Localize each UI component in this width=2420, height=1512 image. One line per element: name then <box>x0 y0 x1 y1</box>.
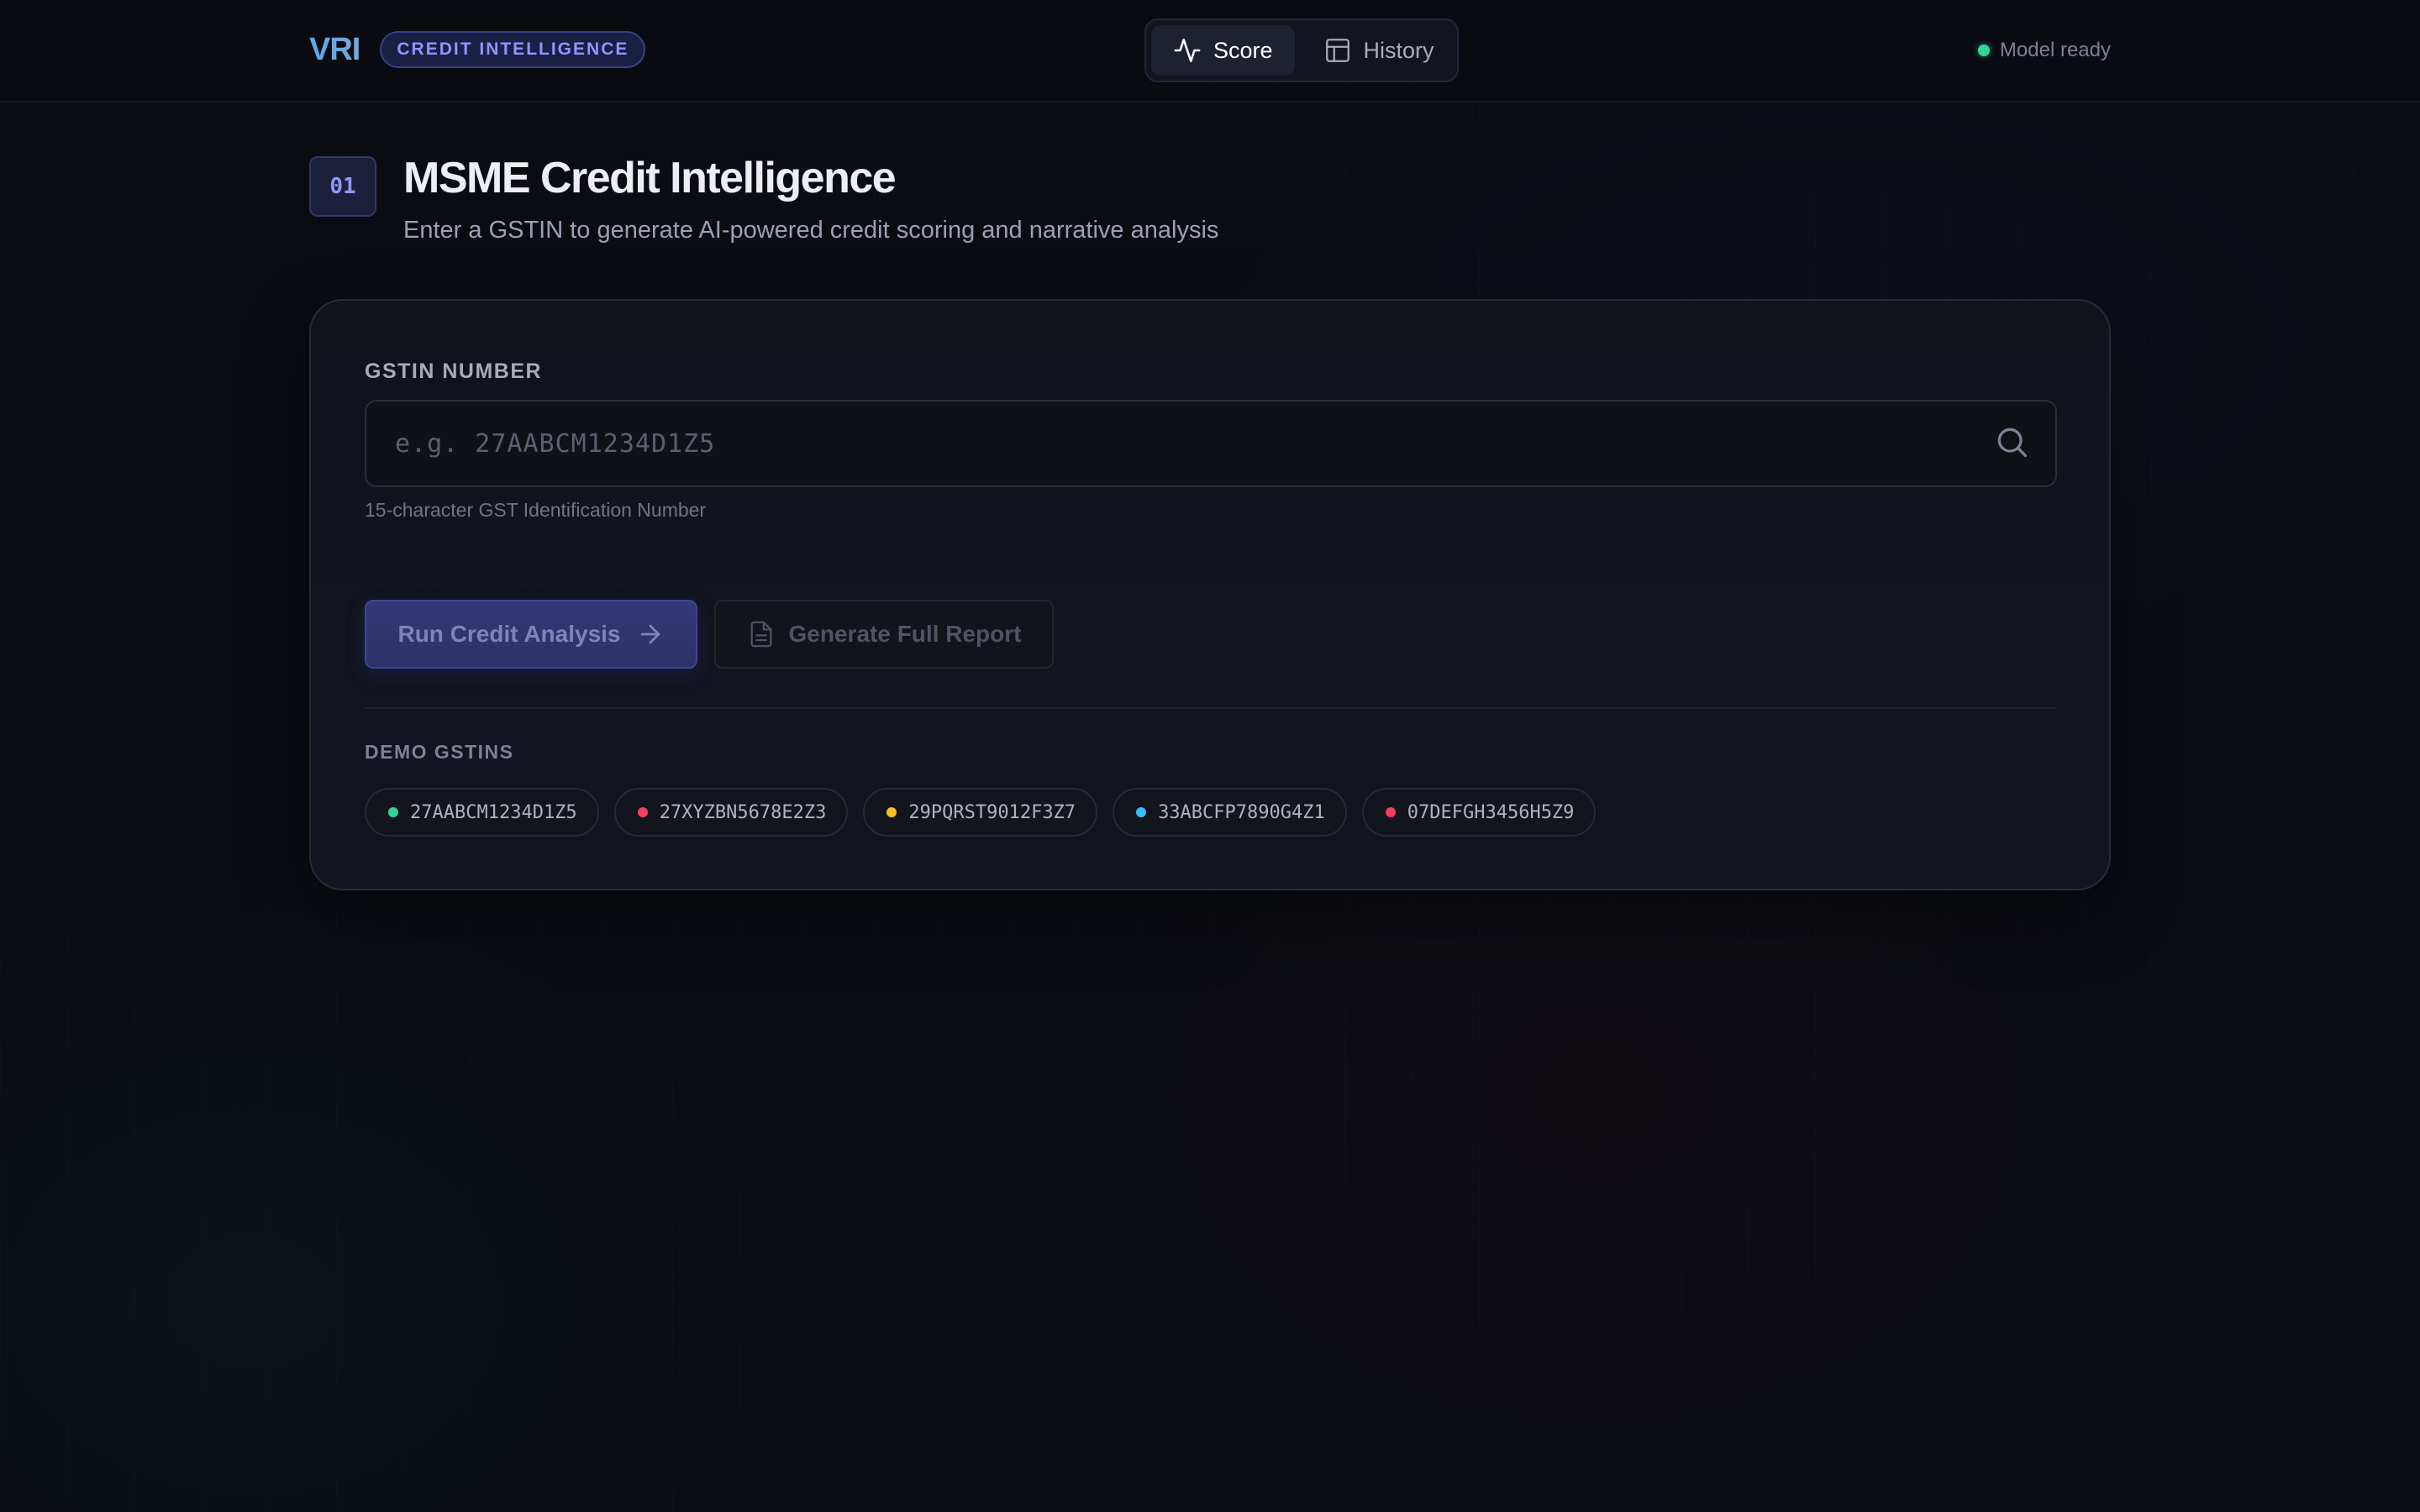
gstin-input[interactable] <box>366 402 2055 486</box>
file-text-icon <box>750 621 771 648</box>
demo-gstin-chip[interactable]: 29PQRST9012F3Z7 <box>863 788 1098 837</box>
status-dot-icon <box>637 807 648 817</box>
main-nav: Score History <box>1144 18 1459 82</box>
gstin-helper-text: 15-character GST Identification Number <box>365 499 707 521</box>
brand-logo[interactable]: VRI <box>309 32 360 68</box>
layout-icon <box>1325 39 1349 62</box>
run-credit-analysis-button[interactable]: Run Credit Analysis <box>365 600 697 669</box>
page-subtitle: Enter a GSTIN to generate AI-powered cre… <box>403 217 1219 244</box>
gstin-input-wrapper <box>365 400 2057 487</box>
model-status: Model ready <box>1977 34 2111 67</box>
demo-gstin-value: 27AABCM1234D1Z5 <box>410 801 577 823</box>
activity-icon <box>1174 38 1201 63</box>
search-icon[interactable] <box>1993 423 2030 460</box>
tab-score[interactable]: Score <box>1151 25 1295 76</box>
tab-score-label: Score <box>1213 37 1273 63</box>
tab-history-label: History <box>1363 37 1434 63</box>
demo-gstin-chip[interactable]: 07DEFGH3456H5Z9 <box>1361 788 1597 837</box>
status-dot-icon <box>1977 45 1990 56</box>
demo-gstin-value: 27XYZBN5678E2Z3 <box>659 801 827 823</box>
demo-gstin-value: 29PQRST9012F3Z7 <box>908 801 1076 823</box>
demo-gstin-chip[interactable]: 27AABCM1234D1Z5 <box>365 788 599 837</box>
status-dot-icon <box>1136 807 1147 817</box>
gstin-field-label: GSTIN NUMBER <box>365 360 543 383</box>
status-label: Model ready <box>1999 39 2111 61</box>
step-badge: 01 <box>309 156 376 217</box>
demo-gstin-list: 27AABCM1234D1Z5 27XYZBN5678E2Z3 29PQRST9… <box>365 788 1597 837</box>
demo-gstin-chip[interactable]: 27XYZBN5678E2Z3 <box>613 788 849 837</box>
demo-gstin-value: 07DEFGH3456H5Z9 <box>1407 801 1575 823</box>
brand-tag: CREDIT INTELLIGENCE <box>380 31 646 68</box>
brand: VRI CREDIT INTELLIGENCE <box>309 30 646 69</box>
status-dot-icon <box>1385 807 1396 817</box>
top-bar: VRI CREDIT INTELLIGENCE Score History Mo… <box>0 0 2420 102</box>
status-dot-icon <box>388 807 398 817</box>
generate-full-report-button[interactable]: Generate Full Report <box>714 600 1054 669</box>
run-credit-analysis-label: Run Credit Analysis <box>397 621 621 647</box>
demo-gstins-label: DEMO GSTINS <box>365 741 514 763</box>
demo-gstin-value: 33ABCFP7890G4Z1 <box>1158 801 1325 823</box>
tab-history[interactable]: History <box>1302 25 1456 76</box>
page-title: MSME Credit Intelligence <box>403 154 897 202</box>
card-divider <box>365 707 2057 709</box>
demo-gstin-chip[interactable]: 33ABCFP7890G4Z1 <box>1113 788 1347 837</box>
status-dot-icon <box>886 807 897 817</box>
arrow-right-icon <box>640 624 660 644</box>
gstin-form-card: GSTIN NUMBER 15-character GST Identifica… <box>309 299 2111 890</box>
generate-full-report-label: Generate Full Report <box>788 621 1022 647</box>
